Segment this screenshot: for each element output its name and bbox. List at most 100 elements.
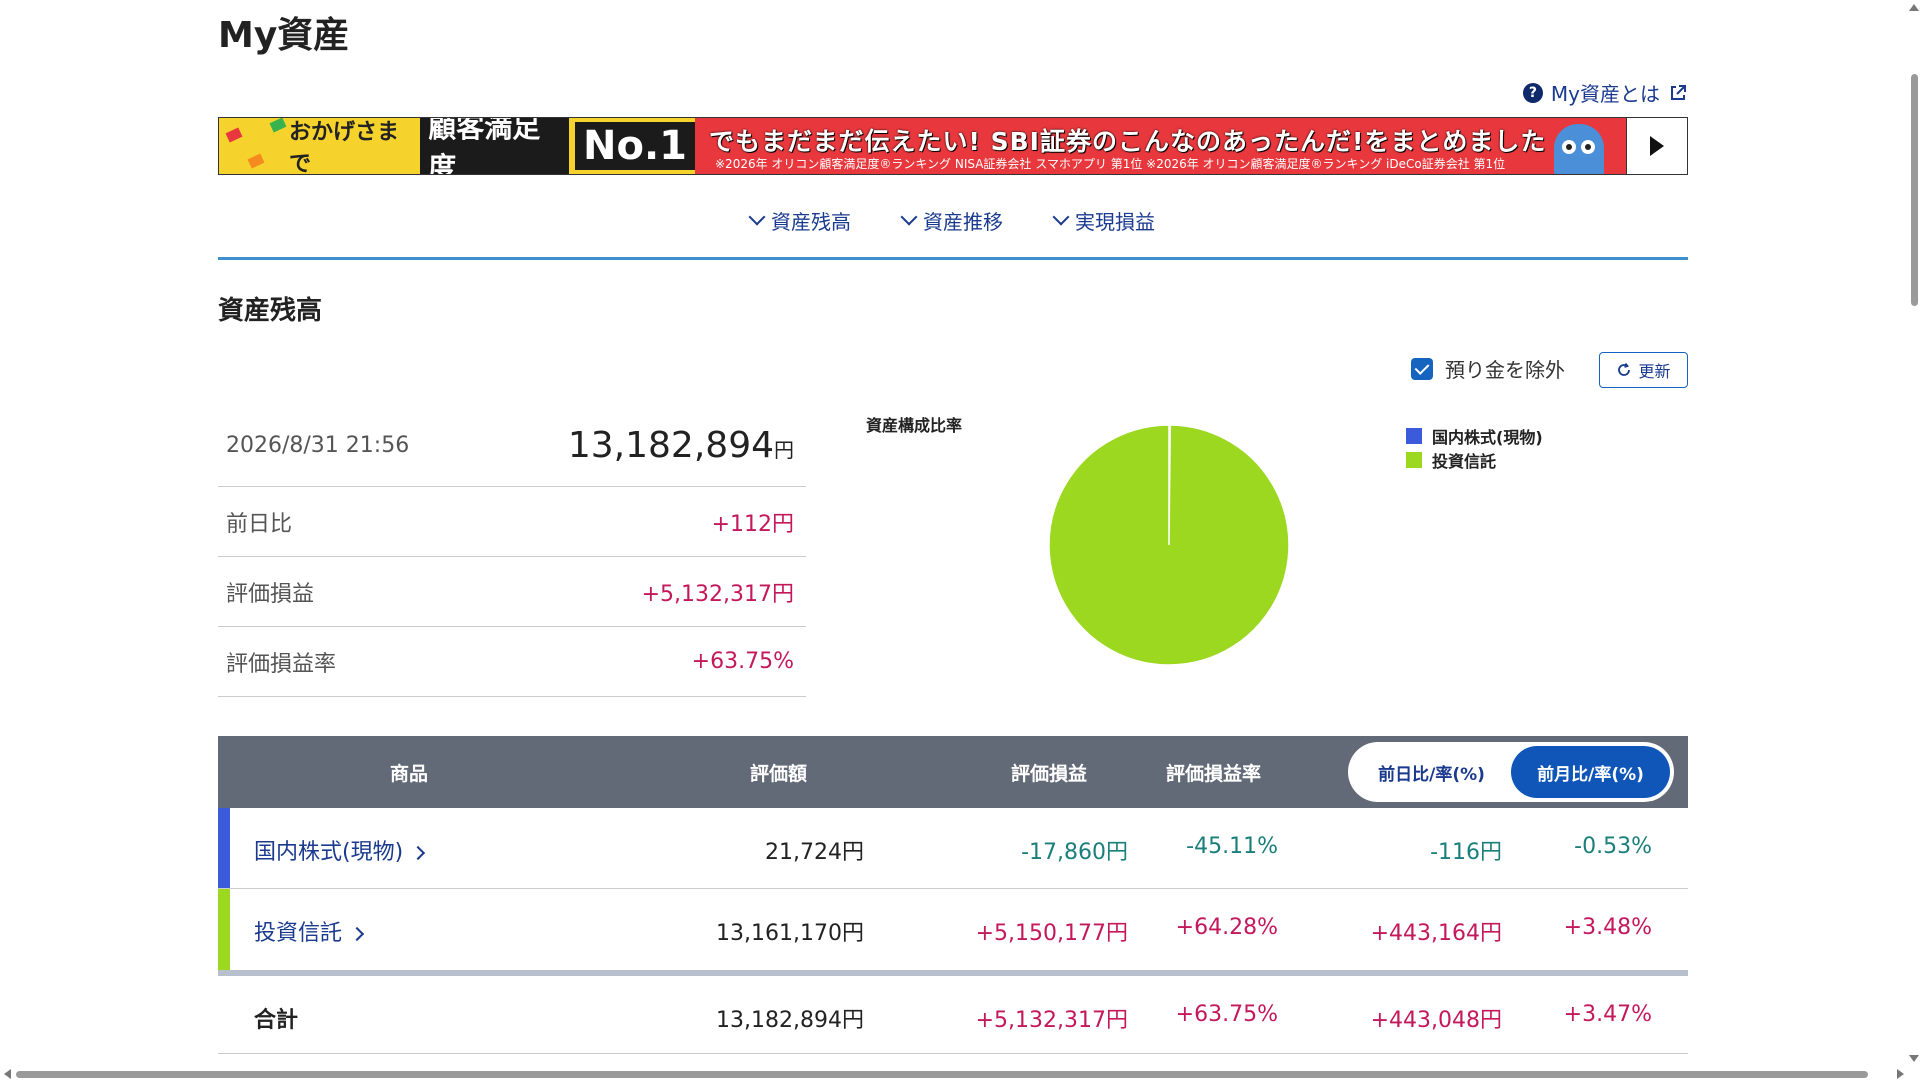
scroll-left-icon[interactable] <box>4 1069 11 1079</box>
section-title: 資産残高 <box>218 296 323 326</box>
toggle-monthly[interactable]: 前月比/率(%) <box>1511 746 1670 798</box>
play-arrow-icon <box>1650 136 1664 156</box>
table-row: 国内株式(現物) 21,724円 -17,860円 -45.11% -116円 … <box>218 808 1688 889</box>
nav-item-label: 資産残高 <box>771 209 851 234</box>
banner-headline: でもまだまだ伝えたい! SBI証券のこんなのあったんだ!をまとめました <box>709 127 1547 156</box>
confetti-decoration <box>269 118 287 133</box>
help-link-label: My資産とは <box>1550 82 1660 106</box>
banner-highlight-text: 顧客満足度 <box>420 118 570 174</box>
nav-item-balance[interactable]: 資産残高 <box>748 200 851 240</box>
mascot-icon <box>1554 124 1604 174</box>
row-diff: +443,164円 <box>1370 921 1502 946</box>
banner-note: ※2026年 オリコン顧客満足度®ランキング NISA証券会社 スマホアプリ 第… <box>715 157 1506 171</box>
nav-item-label: 資産推移 <box>923 209 1003 234</box>
row-eval: 13,161,170円 <box>716 921 864 946</box>
banner-left-panel: おかげさまで 顧客満足度 No.1 <box>219 118 695 174</box>
row-eval: 21,724円 <box>765 840 864 865</box>
row-product-name: 国内株式(現物) <box>254 840 404 865</box>
row-diff-rate: -0.53% <box>1574 834 1652 859</box>
row-product-link[interactable]: 国内株式(現物) <box>254 834 426 866</box>
banner-next-button[interactable] <box>1626 118 1687 174</box>
legend-swatch <box>1406 452 1422 468</box>
page-title: My資産 <box>218 15 350 56</box>
legend-item: 投資信託 <box>1406 448 1543 472</box>
legend-item: 国内株式(現物) <box>1406 424 1543 448</box>
allocation-pie-chart <box>1048 424 1290 666</box>
scroll-down-icon[interactable] <box>1909 1055 1919 1062</box>
header-product: 商品 <box>390 762 429 785</box>
confetti-decoration <box>247 153 265 169</box>
toggle-daily[interactable]: 前日比/率(%) <box>1352 746 1511 798</box>
summary-row: 前日比 +112円 <box>218 487 806 557</box>
summary-row-label: 評価損益 <box>226 581 315 607</box>
banner-no1-text: No.1 <box>575 122 695 170</box>
legend-swatch <box>1406 428 1422 444</box>
pie-slice-2 <box>1048 424 1290 666</box>
nav-item-realized[interactable]: 実現損益 <box>1052 200 1155 240</box>
table-header: 商品 評価額 評価損益 評価損益率 前日比/率(%) 前月比/率(%) <box>218 736 1688 808</box>
row-diff-rate: +3.48% <box>1563 915 1652 940</box>
row-rate: -45.11% <box>1186 834 1278 859</box>
refresh-icon <box>1618 362 1631 376</box>
scroll-up-icon[interactable] <box>1909 4 1919 11</box>
banner-main-panel: でもまだまだ伝えたい! SBI証券のこんなのあったんだ!をまとめました ※202… <box>695 118 1626 174</box>
summary-row-value: +5,132,317円 <box>641 581 794 607</box>
summary-row: 評価損益率 +63.75% <box>218 627 806 697</box>
promo-banner[interactable]: おかげさまで 顧客満足度 No.1 でもまだまだ伝えたい! SBI証券のこんなの… <box>218 117 1688 175</box>
scroll-right-icon[interactable] <box>1897 1069 1904 1079</box>
chevron-right-icon <box>349 926 365 942</box>
chevron-down-icon <box>900 208 918 226</box>
chevron-down-icon <box>748 208 766 226</box>
chevron-right-icon <box>411 845 426 861</box>
summary-datetime: 2026/8/31 21:56 <box>226 433 410 458</box>
total-rate: +63.75% <box>1175 1002 1278 1027</box>
row-color-bar <box>218 808 230 888</box>
legend-label: 国内株式(現物) <box>1432 428 1543 447</box>
summary-total-unit: 円 <box>774 438 794 462</box>
chevron-down-icon <box>1052 208 1070 226</box>
header-pl: 評価損益 <box>1011 762 1088 785</box>
legend-label: 投資信託 <box>1432 452 1497 471</box>
exclude-deposit-toggle[interactable]: 預り金を除外 <box>1411 354 1565 383</box>
total-pl: +5,132,317円 <box>975 1008 1128 1033</box>
summary-row-label: 前日比 <box>226 511 293 537</box>
row-rate: +64.28% <box>1175 915 1278 940</box>
help-link[interactable]: ? My資産とは <box>1522 78 1688 107</box>
nav-item-history[interactable]: 資産推移 <box>900 200 1003 240</box>
horizontal-scroll-thumb[interactable] <box>16 1071 1868 1078</box>
vertical-scroll-thumb[interactable] <box>1911 74 1918 306</box>
header-eval: 評価額 <box>750 762 808 785</box>
section-anchor-nav: 資産残高 資産推移 実現損益 <box>218 200 1688 260</box>
total-eval: 13,182,894円 <box>716 1008 864 1033</box>
chart-title: 資産構成比率 <box>866 416 963 435</box>
header-rate: 評価損益率 <box>1166 762 1262 785</box>
table-row: 投資信託 13,161,170円 +5,150,177円 +64.28% +44… <box>218 889 1688 970</box>
total-label: 合計 <box>254 1008 299 1033</box>
refresh-button[interactable]: 更新 <box>1599 352 1688 388</box>
balance-summary: 2026/8/31 21:56 13,182,894円 前日比 +112円 評価… <box>218 405 806 697</box>
row-diff: -116円 <box>1430 840 1502 865</box>
table-total-row: 合計 13,182,894円 +5,132,317円 +63.75% +443,… <box>218 976 1688 1054</box>
summary-total-value: 13,182,894 <box>567 425 774 466</box>
row-pl: -17,860円 <box>1021 840 1128 865</box>
total-diff-rate: +3.47% <box>1563 1002 1652 1027</box>
exclude-deposit-checkbox[interactable] <box>1411 357 1433 380</box>
row-product-name: 投資信託 <box>254 921 343 946</box>
question-icon: ? <box>1522 82 1543 103</box>
banner-lead-text: おかげさまで <box>289 120 400 175</box>
summary-total-row: 2026/8/31 21:56 13,182,894円 <box>218 405 806 487</box>
summary-row-value: +112円 <box>711 511 794 537</box>
horizontal-scrollbar[interactable] <box>0 1068 1908 1080</box>
summary-row: 評価損益 +5,132,317円 <box>218 557 806 627</box>
external-link-icon <box>1671 84 1686 100</box>
summary-total: 13,182,894円 <box>568 425 794 466</box>
refresh-label: 更新 <box>1638 362 1671 381</box>
period-toggle: 前日比/率(%) 前月比/率(%) <box>1348 742 1674 802</box>
row-product-link[interactable]: 投資信託 <box>254 915 365 947</box>
vertical-scrollbar[interactable] <box>1908 0 1920 1080</box>
chart-legend: 国内株式(現物) 投資信託 <box>1406 424 1543 472</box>
row-pl: +5,150,177円 <box>975 921 1128 946</box>
summary-row-label: 評価損益率 <box>226 651 337 677</box>
exclude-deposit-label: 預り金を除外 <box>1445 358 1565 382</box>
nav-item-label: 実現損益 <box>1075 209 1155 234</box>
